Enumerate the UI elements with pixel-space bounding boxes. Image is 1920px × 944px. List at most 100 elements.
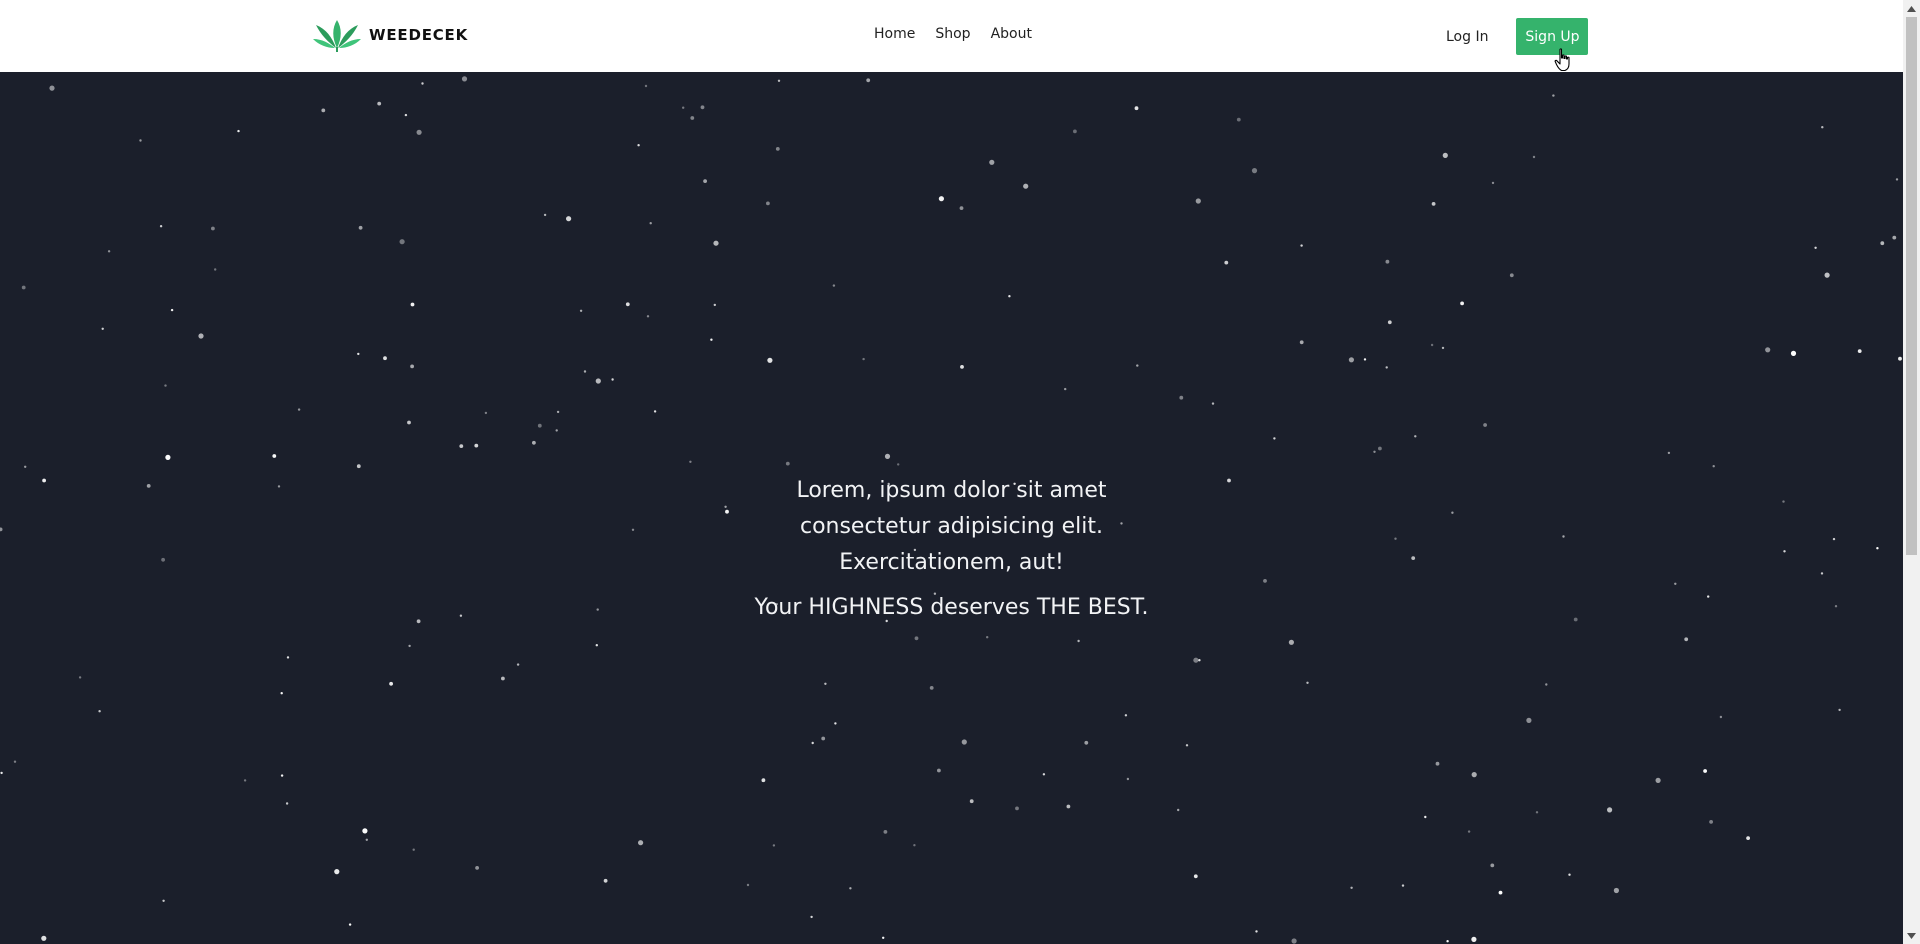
star-particle bbox=[1077, 639, 1080, 643]
brand-link[interactable]: WEEDECEK bbox=[313, 18, 468, 52]
star-particle bbox=[834, 722, 837, 725]
star-particle bbox=[162, 899, 165, 902]
star-particle bbox=[1857, 349, 1862, 353]
star-particle bbox=[883, 830, 888, 834]
hero-text: Lorem, ipsum dolor sit amet consectetur … bbox=[0, 473, 1903, 620]
star-particle bbox=[1299, 340, 1304, 345]
star-particle bbox=[595, 378, 601, 384]
star-particle bbox=[1712, 465, 1715, 468]
star-particle bbox=[1532, 155, 1536, 159]
star-particle bbox=[1064, 387, 1067, 391]
hand-pointer-cursor-icon bbox=[1554, 48, 1570, 72]
star-particle bbox=[938, 196, 945, 202]
star-particle bbox=[1535, 811, 1539, 814]
star-particle bbox=[583, 370, 587, 373]
star-particle bbox=[165, 454, 171, 460]
main-nav: Home Shop About bbox=[874, 26, 1032, 42]
star-particle bbox=[682, 106, 685, 109]
star-particle bbox=[1790, 350, 1797, 356]
star-particle bbox=[761, 778, 766, 783]
star-particle bbox=[1136, 364, 1139, 367]
star-particle bbox=[24, 465, 27, 468]
star-particle bbox=[383, 356, 387, 361]
star-particle bbox=[285, 802, 289, 805]
star-particle bbox=[1814, 246, 1817, 249]
star-particle bbox=[1300, 244, 1303, 247]
star-particle bbox=[644, 84, 648, 88]
page-scrollbar[interactable] bbox=[1903, 0, 1920, 944]
star-particle bbox=[1373, 450, 1376, 453]
star-particle bbox=[611, 378, 614, 381]
nav-home-link[interactable]: Home bbox=[874, 26, 915, 42]
star-particle bbox=[1066, 804, 1071, 809]
star-particle bbox=[960, 365, 964, 369]
star-particle bbox=[1821, 126, 1824, 129]
star-particle bbox=[1667, 451, 1671, 455]
star-particle bbox=[1709, 820, 1713, 824]
signup-button[interactable]: Sign Up bbox=[1516, 18, 1589, 55]
star-particle bbox=[286, 656, 290, 659]
star-particle bbox=[1273, 437, 1276, 440]
hero-line: consectetur adipisicing elit. bbox=[799, 514, 1104, 539]
star-particle bbox=[272, 454, 277, 458]
star-particle bbox=[1607, 807, 1613, 813]
star-particle bbox=[1008, 295, 1011, 298]
cannabis-leaf-icon bbox=[313, 20, 361, 52]
star-particle bbox=[1483, 423, 1487, 427]
star-particle bbox=[21, 285, 26, 290]
star-particle bbox=[1387, 320, 1392, 325]
star-particle bbox=[1895, 178, 1899, 181]
star-particle bbox=[653, 410, 657, 413]
star-particle bbox=[410, 364, 414, 369]
star-particle bbox=[377, 101, 382, 106]
star-particle bbox=[824, 682, 827, 685]
nav-about-link[interactable]: About bbox=[991, 26, 1032, 42]
scrollbar-thumb[interactable] bbox=[1906, 17, 1917, 555]
star-particle bbox=[1435, 761, 1440, 766]
hero-line: Exercitationem, aut! bbox=[839, 550, 1064, 575]
star-particle bbox=[1185, 744, 1189, 747]
star-particle bbox=[404, 113, 408, 117]
star-particle bbox=[474, 443, 479, 448]
star-particle bbox=[484, 411, 488, 415]
browser-viewport: WEEDECEK Home Shop About Log In Sign Up … bbox=[0, 0, 1920, 944]
nav-shop-link[interactable]: Shop bbox=[935, 26, 970, 42]
star-particle bbox=[243, 779, 247, 782]
star-particle bbox=[713, 240, 719, 246]
star-particle bbox=[348, 923, 352, 926]
star-particle bbox=[459, 444, 464, 448]
star-particle bbox=[412, 848, 415, 851]
star-particle bbox=[1471, 772, 1477, 778]
star-particle bbox=[849, 887, 852, 890]
star-particle bbox=[198, 333, 204, 339]
star-particle bbox=[214, 268, 217, 271]
star-particle bbox=[1023, 183, 1029, 189]
hero-paragraph: Lorem, ipsum dolor sit amet consectetur … bbox=[0, 473, 1903, 581]
login-link[interactable]: Log In bbox=[1446, 29, 1488, 45]
star-particle bbox=[556, 410, 560, 414]
star-particle bbox=[1441, 346, 1445, 350]
star-particle bbox=[811, 741, 814, 745]
star-particle bbox=[13, 760, 17, 763]
star-particle bbox=[1179, 395, 1184, 400]
star-particle bbox=[1526, 717, 1532, 724]
star-particle bbox=[1306, 681, 1309, 684]
star-particle bbox=[1613, 887, 1619, 894]
star-particle bbox=[1898, 356, 1902, 361]
star-particle bbox=[1746, 836, 1750, 840]
star-particle bbox=[1719, 715, 1723, 719]
scroll-up-arrow-icon[interactable] bbox=[1903, 0, 1920, 17]
star-particle bbox=[1015, 806, 1019, 811]
star-particle bbox=[649, 222, 652, 225]
star-particle bbox=[1350, 886, 1353, 889]
navbar: WEEDECEK Home Shop About Log In Sign Up bbox=[0, 0, 1903, 72]
star-particle bbox=[862, 357, 865, 361]
star-particle bbox=[416, 129, 422, 135]
star-particle bbox=[297, 408, 301, 411]
scroll-down-arrow-icon[interactable] bbox=[1903, 927, 1920, 944]
star-particle bbox=[1490, 863, 1495, 868]
star-particle bbox=[1509, 273, 1514, 278]
star-particle bbox=[969, 799, 974, 804]
star-particle bbox=[885, 619, 888, 623]
star-particle bbox=[1552, 94, 1555, 97]
